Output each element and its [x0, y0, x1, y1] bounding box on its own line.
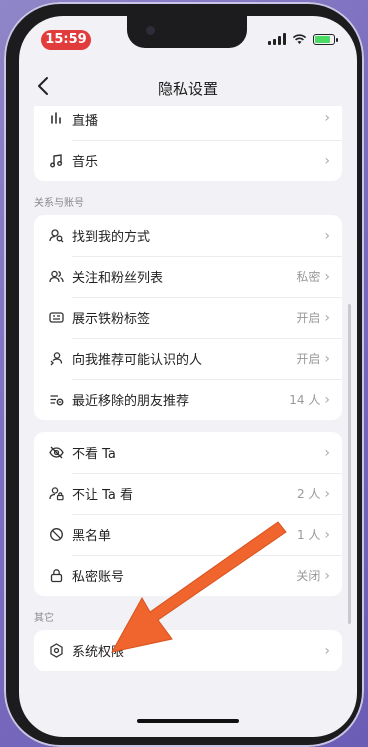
row-removed-friends[interactable]: 最近移除的朋友推荐 14 人 ›: [34, 379, 342, 420]
row-value: 2 人: [296, 487, 321, 501]
row-label: 关注和粉丝列表: [72, 271, 164, 286]
row-music[interactable]: 音乐 ›: [34, 140, 342, 181]
music-note-icon: [48, 153, 64, 169]
badge-icon: [48, 310, 64, 326]
row-recommend-people[interactable]: 向我推荐可能认识的人 开启 ›: [34, 338, 342, 379]
card-other: 系统权限 ›: [34, 630, 342, 671]
row-label: 黑名单: [72, 529, 112, 544]
row-follow-list[interactable]: 关注和粉丝列表 私密 ›: [34, 256, 342, 297]
card-top: 直播 › 音乐 ›: [34, 106, 342, 181]
status-icons: [268, 33, 338, 45]
lock-icon: [48, 568, 64, 584]
person-lock-icon: [48, 486, 64, 502]
row-label: 不让 Ta 看: [72, 488, 134, 503]
row-private-account[interactable]: 私密账号 关闭 ›: [34, 555, 342, 596]
row-label: 私密账号: [72, 570, 125, 585]
screen: 15:59 隐私设置 直播 › 音乐 › 关系与账号 找到我的方式 › 关注和粉…: [19, 16, 357, 737]
hexagon-settings-icon: [48, 643, 64, 659]
chevron-right-icon: ›: [324, 152, 330, 169]
card-relations: 找到我的方式 › 关注和粉丝列表 私密 › 展示铁粉标签 开启 › 向我推荐可能…: [34, 215, 342, 420]
row-label: 找到我的方式: [72, 230, 151, 245]
chevron-right-icon: ›: [324, 350, 330, 367]
status-time: 15:59: [41, 30, 91, 50]
list-remove-icon: [48, 392, 64, 408]
row-system-permissions[interactable]: 系统权限 ›: [34, 630, 342, 671]
row-not-see-ta[interactable]: 不看 Ta ›: [34, 432, 342, 473]
nav-bar: 隐私设置: [19, 68, 357, 108]
battery-icon: [313, 33, 338, 45]
row-label: 直播: [72, 114, 99, 129]
wifi-icon: [292, 33, 307, 44]
row-value: 关闭: [296, 569, 321, 583]
row-fan-badge[interactable]: 展示铁粉标签 开启 ›: [34, 297, 342, 338]
row-label: 展示铁粉标签: [72, 312, 151, 327]
row-value: 开启: [296, 311, 321, 325]
chevron-right-icon: ›: [324, 642, 330, 659]
live-bars-icon: [48, 110, 64, 126]
notch: [127, 16, 247, 48]
home-indicator: [137, 719, 239, 723]
chevron-right-icon: ›: [324, 444, 330, 461]
chevron-right-icon: ›: [324, 110, 330, 126]
camera: [146, 26, 155, 35]
row-label: 不看 Ta: [72, 447, 116, 462]
chevron-right-icon: ›: [324, 268, 330, 285]
page-title: 隐私设置: [157, 80, 218, 98]
section-header-other: 其它: [34, 613, 54, 624]
row-live[interactable]: 直播 ›: [34, 106, 342, 140]
signal-icon: [268, 33, 286, 45]
row-label: 向我推荐可能认识的人: [72, 353, 203, 368]
block-icon: [48, 527, 64, 543]
scrollbar[interactable]: [348, 304, 351, 624]
row-value: 1 人: [296, 528, 321, 542]
phone-frame: 15:59 隐私设置 直播 › 音乐 › 关系与账号 找到我的方式 › 关注和粉…: [4, 2, 364, 747]
row-value: 私密: [296, 270, 321, 284]
person-search-icon: [48, 228, 64, 244]
chevron-right-icon: ›: [324, 391, 330, 408]
row-blacklist[interactable]: 黑名单 1 人 ›: [34, 514, 342, 555]
row-value: 开启: [296, 352, 321, 366]
row-hide-from-ta[interactable]: 不让 Ta 看 2 人 ›: [34, 473, 342, 514]
eye-off-icon: [48, 445, 64, 461]
row-label: 系统权限: [72, 645, 125, 660]
section-header-relations: 关系与账号: [34, 198, 84, 209]
chevron-right-icon: ›: [324, 526, 330, 543]
row-label: 音乐: [72, 155, 99, 170]
chevron-right-icon: ›: [324, 485, 330, 502]
people-icon: [48, 269, 64, 285]
chevron-right-icon: ›: [324, 309, 330, 326]
chevron-right-icon: ›: [324, 567, 330, 584]
suggest-person-icon: [48, 351, 64, 367]
row-find-me[interactable]: 找到我的方式 ›: [34, 215, 342, 256]
card-privacy: 不看 Ta › 不让 Ta 看 2 人 › 黑名单 1 人 › 私密账号 关闭 …: [34, 432, 342, 596]
row-value: 14 人: [289, 393, 321, 407]
settings-list: 直播 › 音乐 › 关系与账号 找到我的方式 › 关注和粉丝列表 私密 › 展示…: [34, 106, 342, 671]
chevron-right-icon: ›: [324, 227, 330, 244]
row-label: 最近移除的朋友推荐: [72, 394, 190, 409]
